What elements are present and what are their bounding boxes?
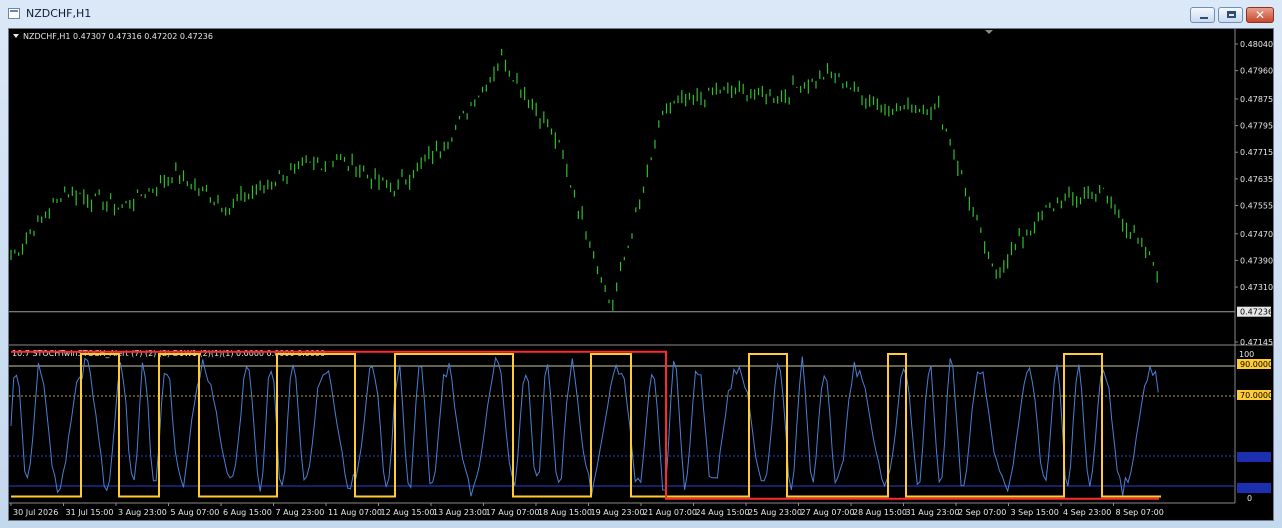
mtf-yellow-line: [11, 353, 1161, 498]
price-tick-label: 0.47715: [1240, 148, 1273, 157]
mtf-stoch-lines: [11, 350, 1161, 500]
maximize-icon: [1219, 8, 1242, 22]
price-tick-label: 0.47795: [1240, 122, 1273, 131]
level-box-30: [1237, 452, 1271, 462]
price-tick-label: 0.47875: [1240, 95, 1273, 104]
close-button[interactable]: ✕: [1246, 7, 1274, 23]
title-bar[interactable]: NZDCHF,H1 ✕: [0, 0, 1282, 28]
chart-canvas[interactable]: NZDCHF,H1 0.47307 0.47316 0.47202 0.4723…: [9, 29, 1273, 520]
time-tick-label: 13 Aug 23:00: [433, 508, 487, 517]
maximize-button[interactable]: [1218, 7, 1243, 23]
price-tick-label: 0.48040: [1240, 40, 1273, 49]
window-title: NZDCHF,H1: [26, 7, 92, 20]
time-tick-label: 25 Aug 23:00: [748, 508, 802, 517]
time-tick-label: 18 Aug 15:00: [538, 508, 592, 517]
minimize-button[interactable]: [1190, 7, 1215, 23]
time-tick-label: 11 Aug 07:00: [328, 508, 382, 517]
price-tick-label: 0.47635: [1240, 175, 1273, 184]
time-tick-label: 19 Aug 23:00: [591, 508, 645, 517]
chart-area[interactable]: NZDCHF,H1 0.47307 0.47316 0.47202 0.4723…: [8, 28, 1274, 521]
current-price-label: 0.47236: [1240, 308, 1273, 317]
time-axis[interactable]: 30 Jul 2026 31 Jul 15:00 3 Aug 23:00 5 Aug …: [9, 502, 1235, 517]
price-tick-label: 0.47145: [1240, 338, 1273, 347]
time-tick-label: 3 Aug 23:00: [118, 508, 167, 517]
chart-window-icon: [8, 8, 20, 19]
level-label-100: 100: [1239, 350, 1254, 359]
time-tick-label: 24 Aug 15:00: [696, 508, 750, 517]
terminal-window: NZDCHF,H1 ✕ NZDCHF,H1 0.47307 0.47316 0.…: [0, 0, 1282, 528]
mtf-red-line: [11, 350, 1159, 500]
collapse-triangle-icon[interactable]: [13, 34, 19, 38]
time-tick-label: 31 Jul 15:00: [66, 508, 114, 517]
price-tick-label: 0.47960: [1240, 67, 1273, 76]
indicator-panel[interactable]: 10.7 STOCHTwinSTOCH_Alert (7) (2) (2) D1…: [9, 345, 1273, 503]
level-label-0: 0: [1247, 494, 1252, 503]
price-tick-label: 0.47555: [1240, 201, 1273, 210]
time-tick-label: 3 Sep 15:00: [1011, 508, 1059, 517]
level-label-70: 70.0000: [1240, 391, 1273, 400]
shift-marker-icon[interactable]: [985, 30, 993, 34]
oscillator-series: [10, 356, 1159, 497]
level-box-10: [1237, 483, 1271, 493]
time-tick-label: 30 Jul 2026: [13, 508, 58, 517]
main-chart-header: NZDCHF,H1 0.47307 0.47316 0.47202 0.4723…: [23, 32, 213, 41]
time-tick-label: 5 Aug 07:00: [171, 508, 220, 517]
time-tick-label: 2 Sep 07:00: [958, 508, 1006, 517]
time-tick-label: 6 Aug 15:00: [223, 508, 272, 517]
time-tick-label: 21 Aug 07:00: [643, 508, 697, 517]
time-tick-label: 8 Sep 07:00: [1116, 508, 1164, 517]
time-tick-label: 12 Aug 15:00: [381, 508, 435, 517]
time-tick-label: 4 Sep 23:00: [1063, 508, 1111, 517]
time-tick-label: 31 Aug 23:00: [906, 508, 960, 517]
close-icon: ✕: [1254, 8, 1266, 22]
time-tick-label: 27 Aug 07:00: [801, 508, 855, 517]
time-tick-label: 28 Aug 15:00: [853, 508, 907, 517]
price-series: [10, 49, 1158, 311]
main-price-panel[interactable]: NZDCHF,H1 0.47307 0.47316 0.47202 0.4723…: [9, 29, 1273, 347]
price-tick-label: 0.47470: [1240, 230, 1273, 239]
minimize-icon: [1191, 8, 1214, 22]
level-label-90: 90.0000: [1240, 360, 1273, 369]
price-axis[interactable]: 0.48040 0.47960 0.47875 0.47795 0.47715 0.476…: [1235, 40, 1273, 347]
price-tick-label: 0.47390: [1240, 256, 1273, 265]
oscillator-line: [10, 356, 1159, 497]
time-tick-label: 17 Aug 07:00: [486, 508, 540, 517]
price-tick-label: 0.47310: [1240, 283, 1273, 292]
time-tick-label: 7 Aug 23:00: [276, 508, 325, 517]
